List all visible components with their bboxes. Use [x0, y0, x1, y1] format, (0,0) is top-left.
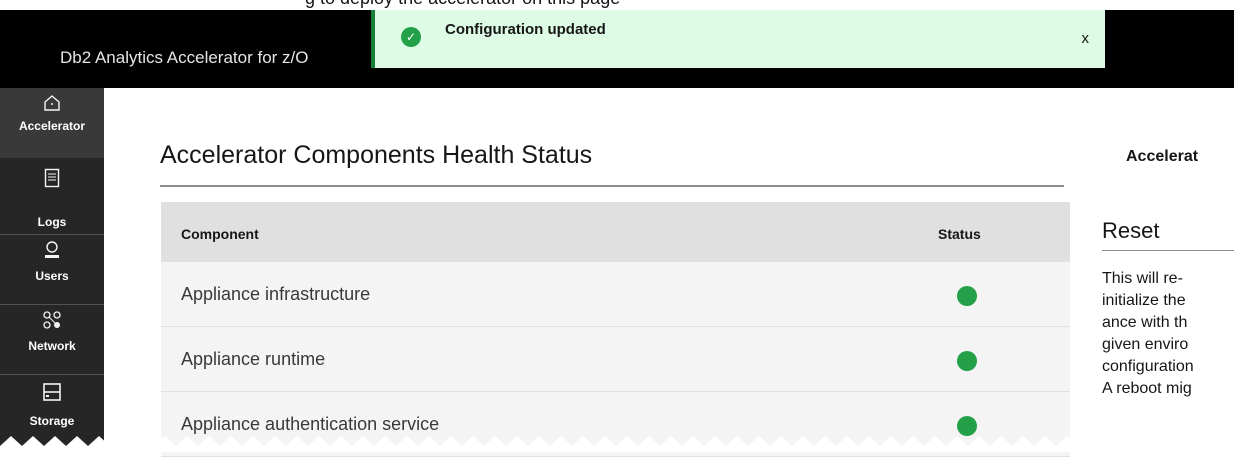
reset-divider [1102, 250, 1234, 251]
status-ok-icon [957, 416, 977, 436]
table-row: Appliance infrastructure [161, 262, 1070, 327]
close-notification-button[interactable]: x [1082, 30, 1090, 47]
component-name: Appliance authentication service [181, 414, 440, 434]
torn-edge [0, 436, 1234, 452]
sidebar-item-storage[interactable]: Storage [0, 382, 104, 428]
component-name: Appliance runtime [181, 349, 326, 369]
sidebar-item-users[interactable]: Users [0, 240, 104, 283]
user-icon [0, 240, 104, 264]
title-divider [160, 185, 1064, 187]
reset-description: This will re- initialize the ance with t… [1102, 268, 1234, 400]
page-caption: g to deploy the accelerator on this page [0, 0, 1234, 10]
status-ok-icon [957, 286, 977, 306]
notification-title: Configuration updated [445, 21, 606, 38]
reset-description-line: given enviro [1102, 336, 1189, 353]
column-header-component: Component [181, 226, 259, 242]
success-notification: ✓ Configuration updated x [371, 10, 1105, 68]
sidebar-divider [0, 374, 104, 375]
network-icon [0, 310, 104, 334]
column-header-status: Status [938, 226, 981, 242]
reset-description-line: initialize the [1102, 292, 1186, 309]
reset-description-line: configuration [1102, 358, 1194, 375]
accelerator-section-heading: Accelerat [1126, 148, 1199, 165]
health-status-table: Component Status Appliance infrastructur… [161, 202, 1070, 457]
table-row: Appliance runtime [161, 327, 1070, 392]
component-name: Appliance infrastructure [181, 284, 371, 304]
sidebar-item-logs-label[interactable]: Logs [0, 212, 104, 229]
sidebar-item-label: Storage [29, 414, 75, 428]
reset-description-line: ance with th [1102, 314, 1188, 331]
checkmark-filled-icon: ✓ [401, 27, 421, 47]
home-icon [0, 94, 104, 116]
sidebar-item-label: Users [35, 269, 69, 283]
sidebar-item-label: Accelerator [18, 119, 86, 133]
sidebar-item-network[interactable]: Network [0, 310, 104, 353]
status-ok-icon [957, 351, 977, 371]
sidebar: Accelerator Logs Users Network Storage [0, 88, 104, 452]
sidebar-item-logs[interactable] [0, 168, 104, 192]
sidebar-item-accelerator[interactable]: Accelerator [0, 88, 104, 158]
reset-title: Reset [1102, 218, 1160, 243]
reset-description-line: A reboot mig [1102, 380, 1192, 397]
reset-description-line: This will re- [1102, 270, 1183, 287]
app-title: Db2 Analytics Accelerator for z/O [60, 48, 309, 67]
sidebar-divider [0, 304, 104, 305]
storage-icon [0, 382, 104, 406]
sidebar-item-label: Logs [37, 215, 67, 229]
page-title: Accelerator Components Health Status [160, 141, 593, 169]
table-header: Component Status [161, 202, 1070, 262]
sidebar-divider [0, 234, 104, 235]
caption-text: g to deploy the accelerator on this page [305, 0, 620, 9]
document-icon [0, 168, 104, 192]
sidebar-item-label: Network [28, 339, 76, 353]
